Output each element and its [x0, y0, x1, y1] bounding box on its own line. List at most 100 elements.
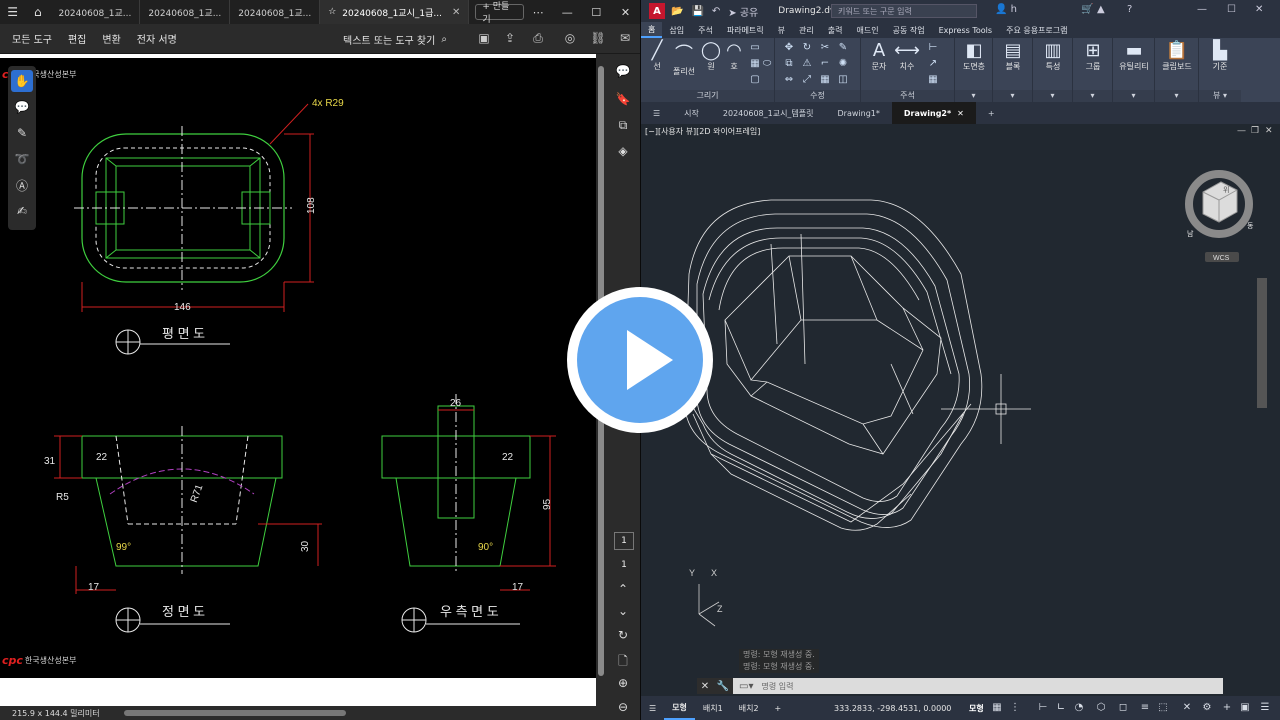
cad-search-input[interactable]: 키워드 또는 구문 입력 — [831, 4, 977, 18]
menu-all-tools[interactable]: 모든 도구 — [0, 31, 60, 46]
app-logo[interactable]: A — [649, 3, 665, 19]
move-icon[interactable]: ✥ — [783, 42, 795, 54]
share-icon[interactable]: ➤ 공유 — [728, 4, 758, 19]
star-icon[interactable]: ☆ — [328, 7, 336, 17]
layout-tab-layout2[interactable]: 배치2 — [731, 696, 767, 720]
text-button[interactable]: A 문자 — [865, 40, 893, 72]
ribbon-tab-featured-apps[interactable]: 주요 응용프로그램 — [999, 22, 1074, 38]
comment-icon[interactable]: 💬 — [11, 96, 33, 118]
chevron-up-icon[interactable]: ⌃ — [615, 582, 631, 598]
chevron-down-icon[interactable]: ⌄ — [615, 604, 631, 620]
mirror-icon[interactable]: ⚠ — [801, 58, 813, 70]
close-icon[interactable]: ✕ — [957, 109, 964, 118]
page-info-icon[interactable]: 🗋 — [615, 652, 631, 668]
circle-button[interactable]: ◯ 원 — [699, 40, 723, 72]
play-button[interactable] — [567, 287, 713, 433]
erase-icon[interactable]: ✎ — [837, 42, 849, 54]
pdf-tab[interactable]: 20240608_1교... — [230, 0, 321, 24]
fillet-icon[interactable]: ⌐ — [819, 58, 831, 70]
ribbon-tab-manage[interactable]: 관리 — [792, 22, 821, 38]
pdf-page[interactable]: 4x R29 146 108 평 면 도 31 22 R5 R71 99° 30… — [0, 54, 596, 678]
save-icon[interactable]: 💾 — [691, 6, 703, 17]
user-icon[interactable]: 👤 h — [995, 4, 1017, 15]
line-button[interactable]: ╱ 선 — [645, 40, 669, 72]
undo-icon[interactable]: ↶ — [712, 6, 720, 17]
open-icon[interactable]: 📂 — [671, 6, 683, 17]
selection-icon[interactable]: ⬚ — [1157, 702, 1169, 714]
minimize-icon[interactable]: — — [1197, 4, 1207, 15]
clipboard-button[interactable]: 📋 클립보드 — [1157, 40, 1197, 72]
add-layout-icon[interactable]: + — [767, 696, 790, 720]
array-icon[interactable]: ▦ — [819, 74, 831, 86]
linear-dim-icon[interactable]: ⊢ — [927, 42, 939, 54]
command-line[interactable]: ✕ 🔧 ▭▾ 명령 입력 — [697, 678, 1223, 694]
layers-button[interactable]: ◧ 도면층 — [957, 40, 991, 72]
gear-icon[interactable]: ⚙ — [1201, 702, 1213, 714]
signature-icon[interactable]: ✍ — [11, 200, 33, 222]
ellipse-icon[interactable]: ⬭ — [761, 58, 773, 70]
pages-icon[interactable]: ⧉ — [615, 118, 631, 134]
new-tab-button[interactable]: + 만들기 — [475, 2, 524, 25]
horizontal-scrollbar[interactable] — [124, 709, 594, 717]
polyline-button[interactable]: ⌒ 폴리선 — [669, 40, 699, 77]
viewcube[interactable] — [1185, 170, 1253, 238]
comment-panel-icon[interactable]: 💬 — [615, 64, 631, 80]
panel-dropdown[interactable]: ▾ — [1155, 90, 1198, 102]
ribbon-tab-view[interactable]: 뷰 — [771, 22, 792, 38]
block-button[interactable]: ▤ 블록 — [995, 40, 1031, 72]
page-current-input[interactable]: 1 — [614, 532, 634, 550]
ribbon-tab-home[interactable]: 홈 — [641, 22, 663, 38]
lasso-icon[interactable]: ➰ — [11, 148, 33, 170]
close-window-icon[interactable]: ✕ — [611, 0, 640, 24]
copy-icon[interactable]: ⧉ — [783, 58, 795, 70]
tool-search[interactable]: 텍스트 또는 도구 찾기 ⌕ — [343, 24, 447, 54]
snap-icon[interactable]: ⋮ — [1009, 702, 1021, 714]
print-icon[interactable]: ⎙ — [530, 31, 546, 47]
rotate-icon[interactable]: ↻ — [801, 42, 813, 54]
ai-assistant-icon[interactable]: ◎ — [562, 31, 578, 47]
close-icon[interactable]: ✕ — [701, 681, 709, 692]
ribbon-tab-output[interactable]: 출력 — [821, 22, 850, 38]
pdf-tab[interactable]: 20240608_1교... — [50, 0, 141, 24]
menu-edit[interactable]: 편집 — [60, 31, 94, 46]
group-button[interactable]: ⊞ 그룹 — [1075, 40, 1111, 72]
plus-icon[interactable]: + — [1221, 702, 1233, 714]
properties-button[interactable]: ▥ 특성 — [1035, 40, 1071, 72]
ribbon-tab-express[interactable]: Express Tools — [932, 22, 1000, 38]
ribbon-tab-annotate[interactable]: 주석 — [691, 22, 720, 38]
minimize-icon[interactable]: — — [553, 0, 582, 24]
ortho-icon[interactable]: ∟ — [1055, 702, 1067, 714]
autodesk-icon[interactable]: ▲ — [1097, 4, 1105, 15]
help-icon[interactable]: ? — [1127, 4, 1132, 15]
pdf-tab[interactable]: 20240608_1교... — [140, 0, 231, 24]
infer-icon[interactable]: ⊢ — [1037, 702, 1049, 714]
menu-esign[interactable]: 전자 서명 — [129, 31, 185, 46]
layout-tab-layout1[interactable]: 배치1 — [695, 696, 731, 720]
menu-icon[interactable]: ☰ — [641, 102, 672, 124]
zoom-out-icon[interactable]: ⊖ — [615, 700, 631, 716]
boundary-icon[interactable]: ▢ — [749, 74, 761, 86]
offset-icon[interactable]: ◫ — [837, 74, 849, 86]
trim-icon[interactable]: ✂ — [819, 42, 831, 54]
base-button[interactable]: ▙ 기준 — [1201, 40, 1239, 72]
layout-tab-model[interactable]: 모형 — [664, 696, 695, 720]
dimension-button[interactable]: ⟷ 치수 — [893, 40, 921, 72]
file-tab[interactable]: 시작 — [672, 102, 711, 124]
panel-dropdown[interactable]: ▾ — [1113, 90, 1154, 102]
file-tab[interactable]: Drawing1* — [826, 102, 892, 124]
leader-icon[interactable]: ↗ — [927, 58, 939, 70]
bookmark-icon[interactable]: 🔖 — [615, 92, 631, 108]
link-icon[interactable]: ⛓ — [590, 31, 606, 47]
annotation-scale-icon[interactable]: ✕ — [1181, 702, 1193, 714]
zoom-in-icon[interactable]: ⊕ — [615, 676, 631, 692]
pdf-tab-active[interactable]: ☆ 20240608_1교시_1급... ✕ — [320, 0, 470, 24]
drawing-viewport[interactable]: [−][사용자 뷰][2D 와이어프레임] — ❐ ✕ Y X Z 위 남 동 … — [641, 124, 1280, 696]
ribbon-tab-parametric[interactable]: 파라메트릭 — [720, 22, 771, 38]
fullscreen-icon[interactable]: ☰ — [1259, 702, 1271, 714]
panel-dropdown[interactable]: ▾ — [993, 90, 1032, 102]
wrench-icon[interactable]: 🔧 — [717, 681, 729, 692]
maximize-icon[interactable]: ☐ — [1227, 4, 1236, 15]
table-icon[interactable]: ▦ — [927, 74, 939, 86]
arc-button[interactable]: ◠ 호 — [723, 40, 745, 72]
utilities-button[interactable]: ▬ 유틸리티 — [1115, 40, 1153, 72]
